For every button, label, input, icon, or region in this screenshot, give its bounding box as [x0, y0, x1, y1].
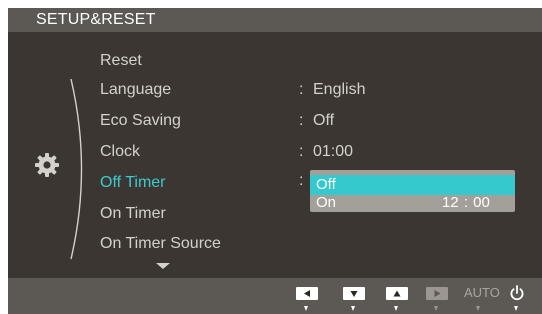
key-marker — [394, 306, 398, 311]
dropdown-option-on[interactable]: On 12 : 00 — [310, 194, 515, 212]
menu-item-off-timer[interactable]: Off Timer — [100, 174, 166, 192]
dropdown-option-label: Off — [316, 176, 336, 193]
auto-button[interactable]: AUTO — [464, 285, 500, 300]
menu-item-clock-value: 01:00 — [313, 143, 354, 160]
up-arrow-icon — [393, 290, 401, 297]
menu-item-reset[interactable]: Reset — [100, 52, 142, 70]
button-guide-bar: AUTO — [8, 278, 542, 314]
key-marker — [351, 306, 355, 311]
menu-item-eco-saving-value: Off — [313, 112, 335, 129]
off-timer-dropdown[interactable]: Off On 12 : 00 — [310, 170, 515, 212]
key-marker — [514, 306, 518, 311]
enter-icon — [434, 290, 441, 297]
menu-arc-decoration — [70, 78, 83, 260]
menu-item-on-timer[interactable]: On Timer — [100, 205, 166, 223]
power-icon[interactable] — [508, 284, 526, 302]
gear-icon — [35, 153, 59, 177]
menu-item-language[interactable]: Language — [100, 81, 171, 99]
key-marker — [434, 306, 438, 311]
menu-item-eco-saving-separator: : — [299, 112, 304, 129]
key-marker — [304, 306, 308, 311]
dropdown-option-label: On — [316, 194, 337, 211]
dropdown-option-off[interactable]: Off — [310, 175, 515, 195]
left-arrow-button[interactable] — [296, 287, 318, 300]
scroll-down-icon[interactable] — [156, 263, 170, 269]
menu-item-eco-saving[interactable]: Eco Saving — [100, 112, 181, 130]
menu-item-clock-separator: : — [299, 143, 304, 160]
down-arrow-icon — [350, 291, 358, 297]
menu-item-on-timer-source[interactable]: On Timer Source — [100, 235, 221, 253]
menu-item-language-separator: : — [299, 81, 304, 98]
menu-item-off-timer-separator: : — [299, 172, 304, 189]
menu-item-language-value: English — [313, 81, 366, 98]
enter-button[interactable] — [426, 287, 448, 300]
down-arrow-button[interactable] — [343, 287, 365, 300]
up-arrow-button[interactable] — [386, 287, 408, 300]
key-marker — [476, 306, 480, 311]
left-arrow-icon — [304, 290, 310, 297]
dropdown-option-time: 12 : 00 — [442, 194, 490, 211]
menu-item-clock[interactable]: Clock — [100, 143, 140, 161]
page-title: SETUP&RESET — [36, 11, 156, 28]
osd-screen: SETUP&RESET Reset Language : English Eco… — [8, 8, 542, 314]
osd-header: SETUP&RESET — [8, 8, 542, 32]
